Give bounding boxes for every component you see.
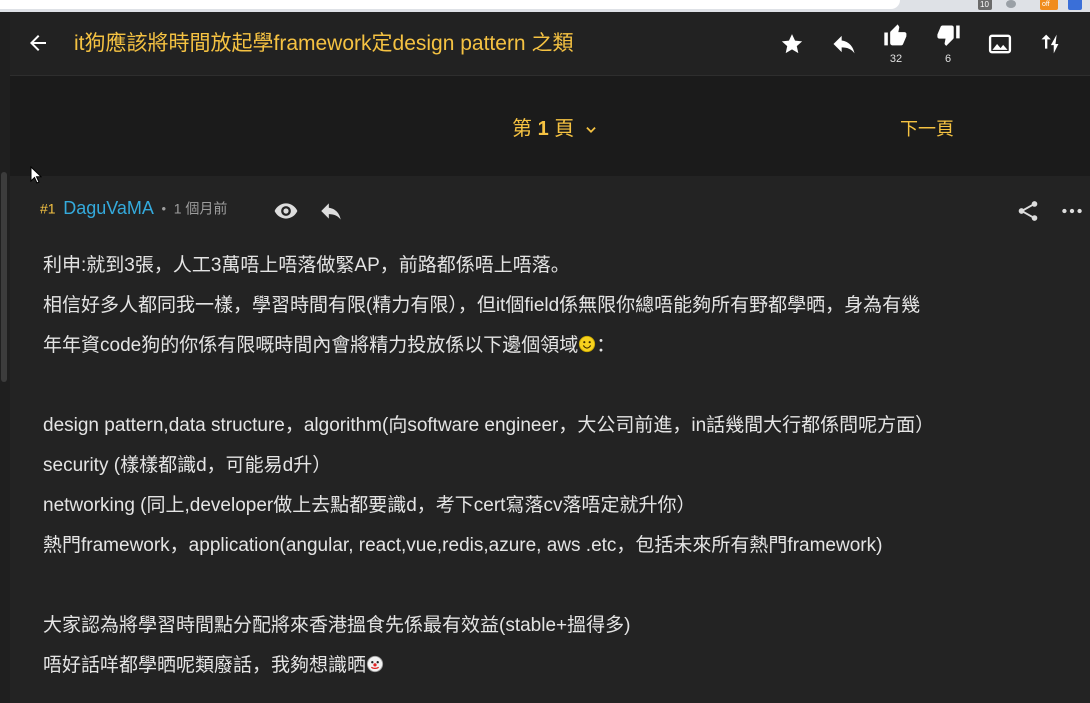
eye-icon[interactable] [273,198,299,224]
dislike-count: 6 [944,53,952,65]
left-scroll-strip [0,12,10,703]
post-line: 熱門framework，application(angular, react,v… [43,535,883,556]
post-card: #1 DaguVaMA • 1 個月前 利申:就到3張，人工3萬唔上唔落做緊AP… [10,176,1090,703]
post-line-with-emoji: 唔好話咩都學晒呢類廢話，我夠想識晒 [43,646,1088,686]
extension-badge-count: 10 [980,0,989,9]
post-line: security (樣樣都識d，可能易d升） [43,455,332,476]
post-body: 利申:就到3張，人工3萬唔上唔落做緊AP，前路都係唔上唔落。 相信好多人都同我一… [43,246,1088,686]
post-line: 相信好多人都同我一樣，學習時間有限(精力有限），但it個field係無限你總唔能… [43,295,921,316]
thread-header: it狗應該將時間放起學framework定design pattern 之類 3… [10,12,1090,76]
more-options-icon[interactable] [1059,198,1085,224]
post-line-text: 年年資code狗的你係有限嘅時間內會將精力投放係以下邊個領域 [43,335,579,356]
post-line: 利申:就到3張，人工3萬唔上唔落做緊AP，前路都係唔上唔落。 [43,255,570,276]
extension-badge-icon[interactable]: 10 [978,0,992,10]
smiley-emoji-icon [579,335,596,353]
extension-off-label: off [1042,1,1050,8]
post-floor-number: #1 [40,200,56,217]
browser-chrome: 10 off [0,0,1090,12]
post-blank-line [43,566,1088,606]
page-prefix: 第 [512,118,532,140]
post-blank-line [43,366,1088,406]
browser-extension-icon[interactable] [1006,0,1016,8]
pagination-bar: 第 1 頁 下一頁 [10,76,1090,175]
extension-profile-icon[interactable] [1068,0,1082,10]
star-icon[interactable] [778,30,806,58]
post-line: networking (同上,developer做上去點都要識d，考下cert寫… [43,495,696,516]
reply-icon[interactable] [830,30,858,58]
chevron-down-icon [586,126,596,133]
post-username[interactable]: DaguVaMA [63,198,154,218]
post-line-with-emoji: 年年資code狗的你係有限嘅時間內會將精力投放係以下邊個領域 ： [43,326,1088,366]
share-icon[interactable] [1015,198,1041,224]
post-line-text: ： [596,335,616,356]
post-line: design pattern,data structure，algorithm(… [43,415,935,436]
like-count: 32 [889,53,903,65]
page-suffix: 頁 [554,118,575,140]
post-line: 大家認為將學習時間點分配將來香港搵食先係最有效益(stable+搵得多) [43,615,631,636]
thumbs-down-icon[interactable] [934,22,962,50]
reply-icon[interactable] [318,198,344,224]
back-arrow-icon[interactable] [26,31,50,55]
mouse-pointer-icon [30,166,42,184]
address-bar-bottom[interactable] [0,0,900,9]
thread-title: it狗應該將時間放起學framework定design pattern 之類 [74,32,574,55]
next-page-link[interactable]: 下一頁 [900,115,954,141]
thumbs-up-icon[interactable] [882,22,910,50]
sort-icon[interactable] [1038,30,1066,58]
extension-off-icon[interactable]: off [1040,0,1058,10]
post-meta: #1 DaguVaMA • 1 個月前 [40,198,227,222]
post-line-text: 唔好話咩都學晒呢類廢話，我夠想識晒 [43,655,367,676]
scrollbar-thumb[interactable] [1,172,7,382]
meta-separator: • [161,201,167,216]
post-time: 1 個月前 [173,200,228,217]
page-selector[interactable]: 第 1 頁 [512,112,598,141]
page-number: 1 [537,118,549,140]
image-icon[interactable] [986,30,1014,58]
clown-emoji-icon [366,655,384,673]
